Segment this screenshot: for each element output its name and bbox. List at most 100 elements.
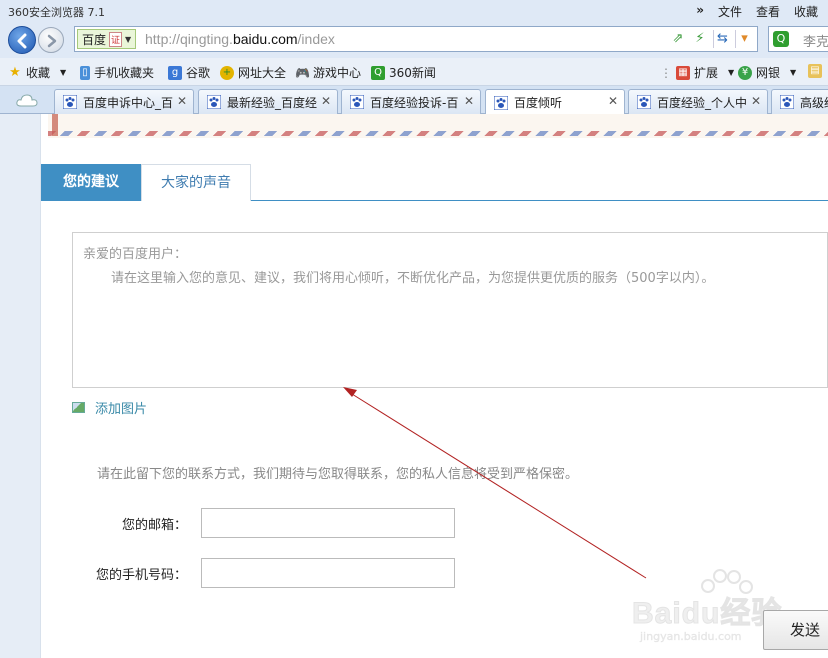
watermark-url: jingyan.baidu.com: [640, 630, 742, 643]
baidu-paw-icon: [780, 95, 794, 109]
grip-icon: ⋮: [660, 65, 672, 80]
baidu-paw-icon: [63, 95, 77, 109]
phone-field[interactable]: [201, 558, 455, 588]
fav-extensions[interactable]: ⋮ ▦ 扩展 ▼: [660, 64, 734, 81]
left-sidebar: [0, 114, 41, 658]
chevron-down-icon: ▼: [728, 68, 735, 77]
email-label: 您的邮箱：: [121, 518, 187, 533]
search-box[interactable]: Q 李克: [768, 26, 828, 52]
email-row: 您的邮箱：: [41, 508, 828, 538]
address-actions: ⇗ ⚡ ⇆ ▾: [669, 30, 753, 48]
chevron-down-icon: ▼: [790, 68, 797, 77]
fav-label: 扩展: [694, 66, 719, 80]
fav-label: 网银: [756, 66, 781, 80]
add-image-link[interactable]: 添加图片: [72, 398, 147, 417]
google-icon: g: [168, 65, 182, 80]
close-icon[interactable]: ✕: [751, 94, 761, 108]
feedback-placeholder: 请在这里输入您的意见、建议，我们将用心倾听，不断优化产品，为您提供更优质的服务（…: [111, 271, 715, 286]
globe-icon: +: [220, 65, 234, 80]
url-host: baidu.com: [232, 31, 298, 47]
refresh-icon[interactable]: ⇆: [713, 30, 731, 48]
tab-personal-center[interactable]: 百度经验_个人中 ✕: [628, 89, 768, 114]
share-icon[interactable]: ⇗: [669, 30, 687, 48]
send-button[interactable]: 发送: [763, 610, 828, 650]
menu-favorites[interactable]: 收藏: [794, 3, 818, 20]
yen-icon: ¥: [738, 65, 752, 80]
address-bar[interactable]: 百度 证 ▼ http://qingting.baidu.com/index ⇗…: [74, 26, 758, 52]
phone-label: 您的手机号码：: [95, 568, 187, 583]
chevron-down-icon: ▼: [125, 34, 132, 44]
site-identity-badge[interactable]: 百度 证 ▼: [77, 29, 137, 49]
fav-news[interactable]: Q 360新闻: [371, 64, 436, 81]
menu-view[interactable]: 查看: [756, 3, 780, 20]
chevron-down-icon: ▼: [60, 68, 67, 77]
url-text[interactable]: http://qingting.baidu.com/index: [145, 31, 335, 47]
page-content: 您的建议 大家的声音 亲爱的百度用户： 请在这里输入您的意见、建议，我们将用心倾…: [0, 114, 828, 658]
fav-label: 网址大全: [238, 66, 287, 80]
app-title: 360安全浏览器 7.1: [8, 6, 105, 19]
navigation-bar: 百度 证 ▼ http://qingting.baidu.com/index ⇗…: [0, 22, 828, 58]
forward-button[interactable]: [38, 27, 64, 53]
fav-games[interactable]: 🎮 游戏中心: [295, 64, 361, 81]
arrow-right-icon: [47, 34, 57, 48]
close-icon[interactable]: ✕: [608, 94, 618, 108]
menu-overflow-chevron[interactable]: »: [696, 3, 704, 20]
fav-label: 谷歌: [186, 66, 211, 80]
tab-everyones-voice[interactable]: 大家的声音: [141, 164, 251, 201]
favorites-bar: ★ 收藏 ▼ ▯ 手机收藏夹 g 谷歌 + 网址大全 🎮 游戏中心 Q 360新…: [0, 58, 828, 86]
email-field[interactable]: [201, 508, 455, 538]
site-name: 百度: [82, 32, 107, 47]
fav-label: 360新闻: [389, 66, 436, 80]
close-icon[interactable]: ✕: [464, 94, 474, 108]
baidu-paw-icon: [350, 95, 364, 109]
grid-icon: ▦: [676, 65, 690, 80]
search-engine-icon[interactable]: Q: [773, 31, 789, 47]
feedback-greeting: 亲爱的百度用户：: [83, 247, 188, 262]
tab-your-suggestion[interactable]: 您的建议: [41, 164, 141, 201]
fav-collect[interactable]: ★ 收藏 ▼: [8, 64, 66, 81]
airmail-stripe: [48, 131, 828, 136]
contact-note: 请在此留下您的联系方式，我们期待与您取得联系，您的私人信息将受到严格保密。: [97, 467, 579, 482]
certificate-icon: 证: [109, 31, 123, 47]
baidu-paw-icon: [207, 95, 221, 109]
fav-label: 游戏中心: [313, 66, 362, 80]
title-bar: 360安全浏览器 7.1 » 文件 查看 收藏: [0, 0, 828, 22]
fav-bank[interactable]: ¥ 网银 ▼: [738, 64, 796, 81]
phone-icon: ▯: [80, 65, 90, 80]
fav-label: 收藏: [26, 66, 51, 80]
image-icon: [72, 402, 85, 413]
chevron-down-icon[interactable]: ▾: [735, 30, 753, 48]
search-input[interactable]: 李克: [803, 31, 828, 50]
url-path: /index: [297, 31, 335, 47]
add-image-label: 添加图片: [95, 402, 148, 417]
fav-google[interactable]: g 谷歌: [168, 64, 210, 81]
watermark-text: Baidu经验: [631, 597, 783, 631]
baidu-paw-icon: [637, 95, 651, 109]
tab-appeal-center[interactable]: 百度申诉中心_百 ✕: [54, 89, 194, 114]
back-button[interactable]: [8, 26, 36, 54]
lightning-icon[interactable]: ⚡: [691, 30, 709, 48]
tab-experience-complaint[interactable]: 百度经验投诉-百 ✕: [341, 89, 481, 114]
news-icon: Q: [371, 65, 385, 80]
baidu-paw-icon: [494, 95, 508, 110]
fav-mobile[interactable]: ▯ 手机收藏夹: [80, 64, 154, 81]
tab-latest-experience[interactable]: 最新经验_百度经 ✕: [198, 89, 338, 114]
tab-label: 高级经: [800, 95, 828, 110]
gamepad-icon: 🎮: [295, 65, 310, 80]
airmail-banner: [48, 114, 828, 138]
feedback-tabs: 您的建议 大家的声音: [41, 164, 828, 201]
tab-advanced[interactable]: 高级经: [771, 89, 828, 114]
menu-file[interactable]: 文件: [718, 3, 742, 20]
tab-baidu-listen[interactable]: 百度倾听 ✕: [485, 89, 625, 115]
fav-hao[interactable]: + 网址大全: [220, 64, 286, 81]
feedback-textarea[interactable]: 亲爱的百度用户： 请在这里输入您的意见、建议，我们将用心倾听，不断优化产品，为您…: [72, 232, 828, 388]
cloud-icon[interactable]: [16, 93, 38, 107]
arrow-left-icon: [17, 33, 27, 49]
menu-bar: » 文件 查看 收藏: [696, 3, 818, 20]
fav-more[interactable]: ▤: [808, 64, 822, 78]
url-prefix: http://qingting.: [145, 31, 233, 47]
close-icon[interactable]: ✕: [321, 94, 331, 108]
folder-icon: ▤: [808, 64, 822, 78]
close-icon[interactable]: ✕: [177, 94, 187, 108]
star-plus-icon: ★: [9, 64, 21, 80]
